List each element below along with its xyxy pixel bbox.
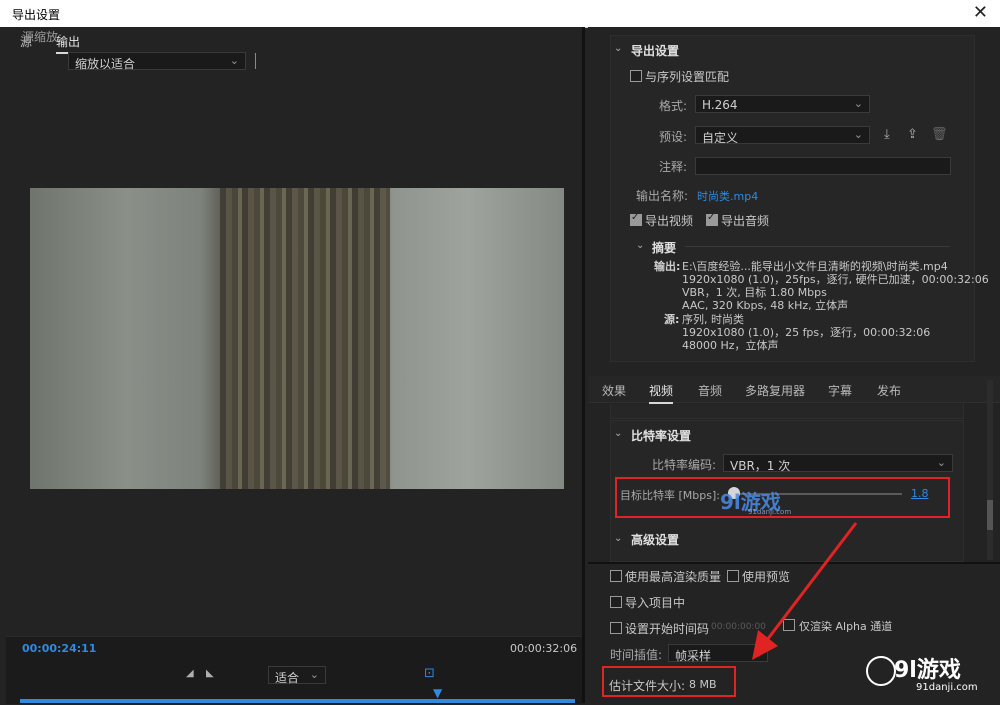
video-frame-trunk xyxy=(220,188,390,489)
preset-value: 自定义 xyxy=(702,131,739,145)
preset-label: 预设: xyxy=(659,130,688,144)
import-project-label: 导入项目中 xyxy=(625,596,686,610)
format-label: 格式: xyxy=(659,99,688,113)
set-start-timecode-label: 设置开始时间码 xyxy=(625,622,710,636)
use-preview-checkbox[interactable] xyxy=(727,570,739,582)
summary-output-label: 输出: xyxy=(654,260,681,273)
format-dropdown[interactable]: H.264 ⌄ xyxy=(695,95,870,113)
preset-dropdown[interactable]: 自定义 ⌄ xyxy=(695,126,870,145)
match-sequence-label: 与序列设置匹配 xyxy=(645,70,730,84)
playhead-icon[interactable]: ▼ xyxy=(433,686,442,700)
comment-label: 注释: xyxy=(659,160,688,174)
bitrate-encoding-value: VBR，1 次 xyxy=(730,459,791,473)
scrollbar-thumb[interactable] xyxy=(987,500,993,530)
tab-captions[interactable]: 字幕 xyxy=(828,382,852,399)
brand-url: 91danji.com xyxy=(916,682,978,693)
tab-effects[interactable]: 效果 xyxy=(602,382,626,399)
use-preview-label: 使用预览 xyxy=(742,570,791,584)
brand-watermark: 9l游戏 91danji.com xyxy=(866,650,1000,703)
tab-multiplexer[interactable]: 多路复用器 xyxy=(745,382,805,399)
export-video-checkbox[interactable] xyxy=(630,212,642,226)
fit-value: 适合 xyxy=(275,671,300,685)
tab-video[interactable]: 视频 xyxy=(649,382,674,404)
mark-in-icon[interactable]: ◢ xyxy=(186,668,194,679)
scrollbar-track[interactable] xyxy=(987,380,993,560)
bitrate-encoding-label: 比特率编码: xyxy=(652,458,717,472)
video-preview xyxy=(30,188,564,489)
summary-title: 摘要 xyxy=(652,241,677,255)
summary-source-label: 源: xyxy=(664,313,680,326)
set-start-timecode-checkbox[interactable] xyxy=(610,622,622,634)
collapse-icon[interactable]: ⌄ xyxy=(614,428,622,439)
zoom-value: 缩放以适合 xyxy=(75,57,136,71)
chevron-down-icon: ⌄ xyxy=(229,54,239,67)
highlight-box xyxy=(602,666,736,697)
summary-source-line: 48000 Hz，立体声 xyxy=(682,339,779,352)
import-preset-icon[interactable]: ⇪ xyxy=(907,127,918,142)
time-interpolation-value: 帧采样 xyxy=(675,649,712,663)
scrub-bar[interactable] xyxy=(20,699,575,703)
divider xyxy=(255,53,256,69)
end-timecode: 00:00:32:06 xyxy=(510,642,578,655)
fit-frame-icon[interactable]: ⊡ xyxy=(424,666,435,681)
collapse-icon[interactable]: ⌄ xyxy=(614,43,622,54)
import-project-checkbox[interactable] xyxy=(610,596,622,608)
tab-audio[interactable]: 音频 xyxy=(698,382,722,399)
export-audio-checkbox[interactable] xyxy=(706,212,718,226)
bitrate-settings-title: 比特率设置 xyxy=(631,429,692,443)
divider xyxy=(685,246,950,247)
chevron-down-icon: ⌄ xyxy=(853,97,863,110)
close-icon[interactable]: ✕ xyxy=(973,2,988,23)
watermark-center-url: 91danji.com xyxy=(748,508,792,516)
export-video-label: 导出视频 xyxy=(645,214,694,228)
start-timecode-value[interactable]: 00:00:00:00 xyxy=(711,622,766,632)
time-interpolation-label: 时间插值: xyxy=(610,648,663,662)
format-value: H.264 xyxy=(702,98,738,112)
brand-name: 9l游戏 xyxy=(894,658,961,683)
brand-logo-icon xyxy=(866,656,896,686)
max-render-quality-label: 使用最高渲染质量 xyxy=(625,570,722,584)
zoom-label: 源缩放: xyxy=(22,30,63,44)
chevron-down-icon: ⌄ xyxy=(309,668,319,681)
chevron-down-icon: ⌄ xyxy=(853,128,863,141)
comment-input[interactable] xyxy=(695,157,951,175)
window-title: 导出设置 xyxy=(12,8,61,22)
export-settings-title: 导出设置 xyxy=(631,44,680,58)
bitrate-encoding-dropdown[interactable]: VBR，1 次 ⌄ xyxy=(723,454,953,473)
advanced-settings-title: 高级设置 xyxy=(631,533,680,547)
export-audio-label: 导出音频 xyxy=(721,214,770,228)
collapsed-section xyxy=(610,404,964,419)
chevron-down-icon: ⌄ xyxy=(936,456,946,469)
alpha-only-label: 仅渲染 Alpha 通道 xyxy=(799,620,893,633)
output-name-label: 输出名称: xyxy=(636,189,689,203)
title-bar: 导出设置 ✕ xyxy=(0,0,1000,28)
time-interpolation-dropdown[interactable]: 帧采样 xyxy=(668,644,768,663)
delete-preset-icon[interactable]: 🗑 xyxy=(931,127,948,142)
output-name-link[interactable]: 时尚类.mp4 xyxy=(697,188,758,204)
mark-out-icon[interactable]: ◣ xyxy=(206,668,214,679)
max-render-quality-checkbox[interactable] xyxy=(610,570,622,582)
zoom-dropdown[interactable]: 缩放以适合 ⌄ xyxy=(68,52,246,71)
match-sequence-checkbox[interactable] xyxy=(630,70,642,82)
collapse-icon[interactable]: ⌄ xyxy=(614,533,622,544)
fit-dropdown[interactable]: 适合 ⌄ xyxy=(268,666,326,685)
tab-publish[interactable]: 发布 xyxy=(877,382,901,399)
save-preset-icon[interactable]: ⤓ xyxy=(884,127,890,142)
collapse-icon[interactable]: ⌄ xyxy=(636,240,644,251)
alpha-only-checkbox[interactable] xyxy=(783,619,795,631)
current-timecode[interactable]: 00:00:24:11 xyxy=(22,642,96,655)
